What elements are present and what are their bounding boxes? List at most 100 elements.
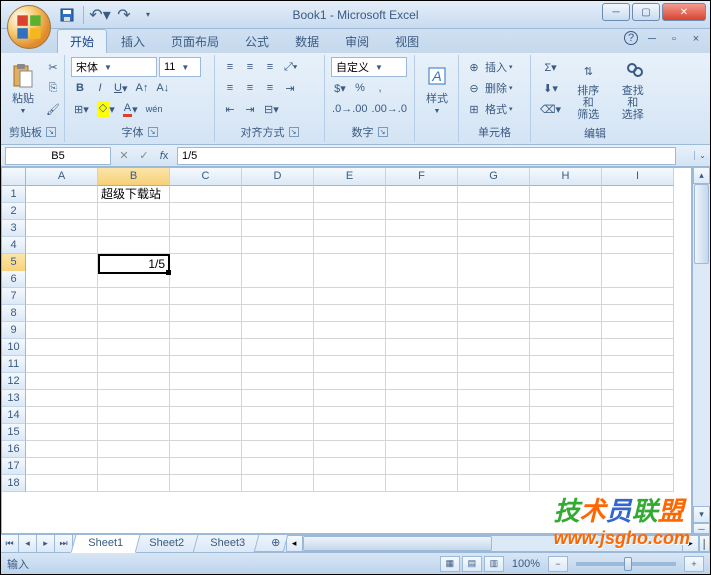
wrap-text-button[interactable]: ⇥ bbox=[281, 78, 299, 98]
cell[interactable] bbox=[26, 271, 98, 288]
paste-button[interactable]: 粘贴 ▼ bbox=[7, 57, 39, 122]
cell[interactable] bbox=[242, 186, 314, 203]
cell[interactable] bbox=[530, 237, 602, 254]
cell[interactable] bbox=[170, 373, 242, 390]
enter-formula-button[interactable]: ✓ bbox=[135, 147, 153, 165]
cell[interactable] bbox=[242, 356, 314, 373]
column-header[interactable]: F bbox=[386, 168, 458, 186]
tab-insert[interactable]: 插入 bbox=[109, 30, 157, 53]
cell[interactable] bbox=[26, 220, 98, 237]
cell[interactable] bbox=[386, 203, 458, 220]
cell[interactable] bbox=[26, 322, 98, 339]
ribbon-minimize-icon[interactable]: ─ bbox=[644, 31, 660, 47]
cancel-formula-button[interactable]: ✕ bbox=[115, 147, 133, 165]
cell[interactable] bbox=[98, 288, 170, 305]
cell[interactable] bbox=[458, 356, 530, 373]
tab-data[interactable]: 数据 bbox=[283, 30, 331, 53]
save-icon[interactable] bbox=[57, 5, 77, 25]
redo-icon[interactable]: ↷ bbox=[114, 5, 134, 25]
tab-review[interactable]: 审阅 bbox=[333, 30, 381, 53]
cell[interactable] bbox=[386, 407, 458, 424]
cell[interactable] bbox=[386, 424, 458, 441]
number-launcher[interactable]: ↘ bbox=[378, 127, 388, 137]
cell[interactable] bbox=[98, 390, 170, 407]
grow-font-button[interactable]: A↑ bbox=[132, 78, 151, 98]
cell[interactable] bbox=[458, 322, 530, 339]
cell[interactable] bbox=[602, 186, 674, 203]
cell[interactable] bbox=[386, 390, 458, 407]
cell[interactable] bbox=[458, 203, 530, 220]
cell[interactable] bbox=[26, 356, 98, 373]
row-header[interactable]: 16 bbox=[2, 441, 26, 458]
cell[interactable] bbox=[314, 237, 386, 254]
undo-icon[interactable]: ↶▾ bbox=[90, 5, 110, 25]
shrink-font-button[interactable]: A↓ bbox=[153, 78, 172, 98]
cell[interactable] bbox=[386, 305, 458, 322]
column-header[interactable]: I bbox=[602, 168, 674, 186]
cell[interactable] bbox=[458, 339, 530, 356]
row-header[interactable]: 13 bbox=[2, 390, 26, 407]
cell[interactable] bbox=[242, 339, 314, 356]
qat-customize-icon[interactable]: ▾ bbox=[138, 5, 158, 25]
cell[interactable] bbox=[170, 475, 242, 492]
cell[interactable] bbox=[170, 339, 242, 356]
row-header[interactable]: 11 bbox=[2, 356, 26, 373]
office-button[interactable] bbox=[7, 5, 51, 49]
cell[interactable] bbox=[314, 339, 386, 356]
cell[interactable] bbox=[170, 322, 242, 339]
formula-bar[interactable]: 1/5 bbox=[177, 147, 676, 165]
cell[interactable] bbox=[530, 203, 602, 220]
horizontal-scrollbar[interactable]: ◂ ▸ │ bbox=[286, 535, 710, 552]
cell[interactable] bbox=[98, 441, 170, 458]
split-handle-h[interactable]: │ bbox=[699, 535, 710, 552]
ribbon-help-icon[interactable]: ? bbox=[624, 31, 638, 45]
cell[interactable] bbox=[170, 203, 242, 220]
underline-button[interactable]: U▾ bbox=[111, 78, 130, 98]
cell[interactable] bbox=[314, 390, 386, 407]
cell[interactable] bbox=[242, 305, 314, 322]
orientation-button[interactable]: ⤢▾ bbox=[281, 57, 300, 77]
cell[interactable] bbox=[98, 339, 170, 356]
font-launcher[interactable]: ↘ bbox=[148, 127, 158, 137]
cell[interactable] bbox=[242, 203, 314, 220]
cell[interactable] bbox=[458, 220, 530, 237]
cell[interactable] bbox=[26, 237, 98, 254]
cell[interactable] bbox=[458, 441, 530, 458]
sheet-tab[interactable]: Sheet3 bbox=[192, 535, 262, 553]
cell[interactable] bbox=[386, 288, 458, 305]
column-header[interactable]: B bbox=[98, 168, 170, 186]
cell[interactable] bbox=[98, 458, 170, 475]
cell[interactable] bbox=[530, 475, 602, 492]
row-header[interactable]: 12 bbox=[2, 373, 26, 390]
cell[interactable] bbox=[314, 475, 386, 492]
borders-button[interactable]: ⊞▾ bbox=[71, 99, 92, 119]
name-box[interactable]: B5 bbox=[5, 147, 111, 165]
cell[interactable] bbox=[98, 203, 170, 220]
format-cells-button[interactable]: ⊞ bbox=[465, 99, 483, 119]
cell[interactable] bbox=[602, 356, 674, 373]
cell[interactable] bbox=[458, 237, 530, 254]
number-format-combo[interactable]: 自定义▼ bbox=[331, 57, 407, 77]
cell[interactable] bbox=[458, 305, 530, 322]
cell[interactable] bbox=[26, 305, 98, 322]
cell[interactable] bbox=[98, 407, 170, 424]
cell[interactable] bbox=[26, 203, 98, 220]
cell[interactable] bbox=[386, 237, 458, 254]
decrease-indent-button[interactable]: ⇤ bbox=[221, 99, 239, 119]
cell[interactable] bbox=[602, 237, 674, 254]
zoom-slider[interactable] bbox=[576, 562, 676, 566]
scroll-up-button[interactable]: ▴ bbox=[693, 167, 710, 184]
cell[interactable] bbox=[530, 271, 602, 288]
tab-next-button[interactable]: ▸ bbox=[37, 535, 55, 552]
align-left-button[interactable]: ≡ bbox=[221, 78, 239, 98]
bold-button[interactable]: B bbox=[71, 78, 89, 98]
align-top-button[interactable]: ≡ bbox=[221, 57, 239, 77]
cell[interactable] bbox=[242, 475, 314, 492]
row-header[interactable]: 18 bbox=[2, 475, 26, 492]
maximize-button[interactable]: ▢ bbox=[632, 3, 660, 21]
delete-cells-button[interactable]: ⊖ bbox=[465, 78, 483, 98]
cell[interactable] bbox=[602, 407, 674, 424]
cell[interactable] bbox=[602, 373, 674, 390]
cell[interactable] bbox=[98, 424, 170, 441]
zoom-in-button[interactable]: + bbox=[684, 556, 704, 572]
